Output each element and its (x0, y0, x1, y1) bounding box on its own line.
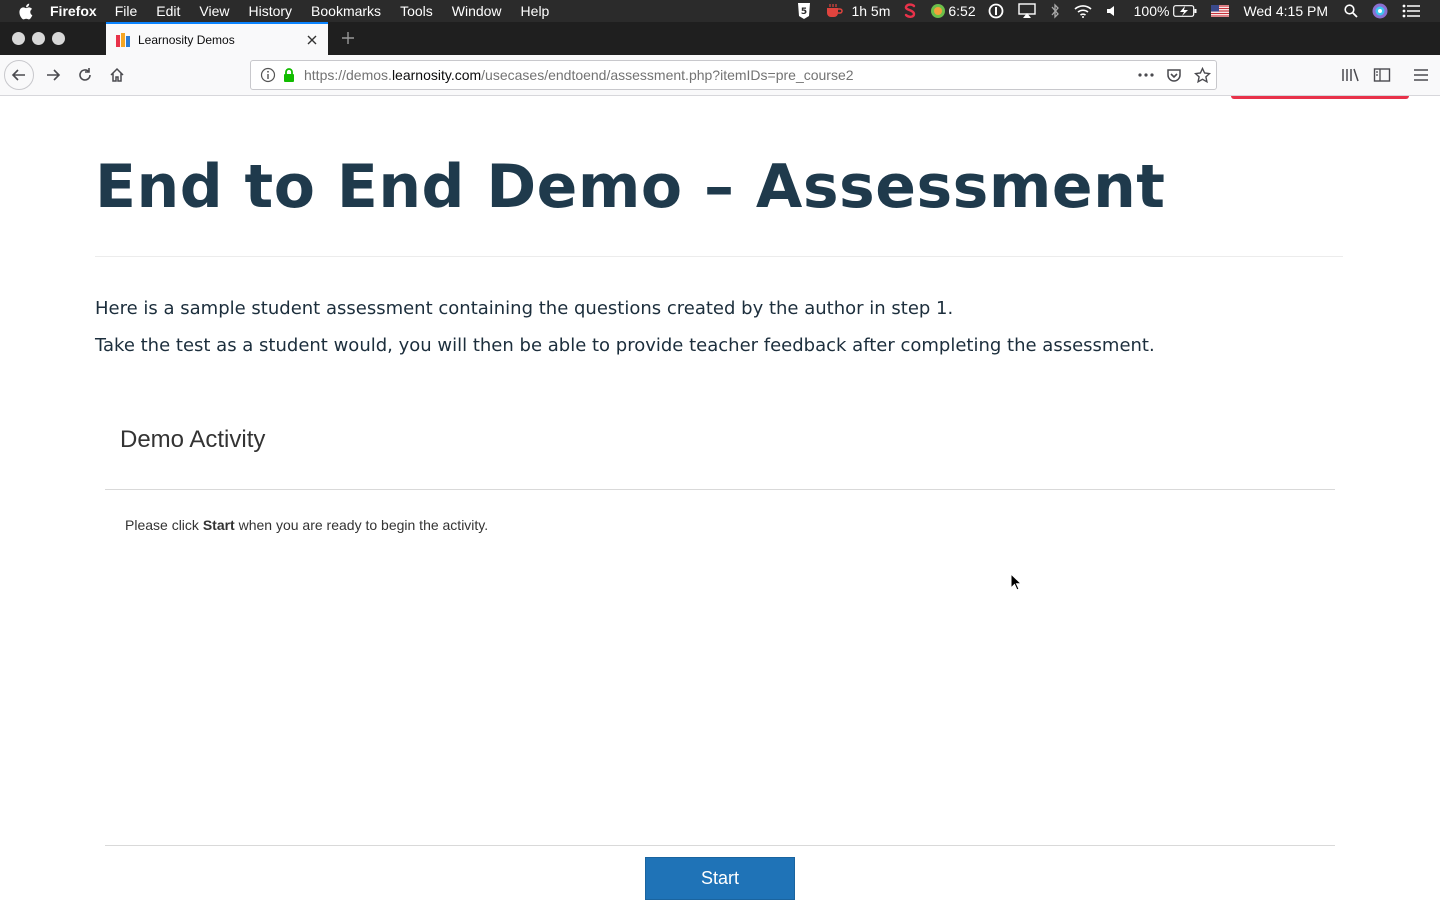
apple-icon[interactable] (18, 3, 36, 20)
window-controls (12, 32, 72, 45)
airplay-icon[interactable] (1017, 3, 1036, 19)
menu-bookmarks[interactable]: Bookmarks (311, 3, 381, 19)
page-title: End to End Demo – Assessment (95, 152, 1166, 222)
datetime-text[interactable]: Wed 4:15 PM (1243, 3, 1328, 19)
menu-file[interactable]: File (115, 3, 138, 19)
url-text[interactable]: https://demos.learnosity.com/usecases/en… (304, 67, 1132, 83)
activity-footer-divider (105, 845, 1335, 846)
notification-center-icon[interactable] (1402, 4, 1420, 18)
header-accent-bar (1231, 96, 1409, 99)
site-info-icon[interactable] (260, 67, 276, 83)
start-button[interactable]: Start (645, 857, 795, 900)
new-tab-button[interactable] (338, 28, 358, 48)
activity-header-divider (105, 489, 1335, 490)
battery-icon[interactable] (1173, 5, 1197, 17)
navigation-toolbar: https://demos.learnosity.com/usecases/en… (0, 55, 1440, 96)
instruction-post: when you are ready to begin the activity… (234, 517, 489, 533)
title-divider (95, 256, 1343, 257)
menu-view[interactable]: View (199, 3, 229, 19)
url-prefix: https://demos. (304, 67, 392, 83)
volume-icon[interactable] (1106, 4, 1120, 18)
bookmark-star-icon[interactable] (1188, 61, 1216, 89)
sidebar-toggle-icon[interactable] (1367, 60, 1397, 90)
siri-icon[interactable] (1372, 3, 1388, 19)
intro-paragraph-1: Here is a sample student assessment cont… (95, 298, 954, 319)
status-area: 5 1h 5m 6:52 100% Wed 4:15 PM (797, 0, 1440, 22)
coffee-timer-icon[interactable] (825, 3, 844, 19)
mouse-cursor-icon (1010, 572, 1023, 596)
clock-badge[interactable]: 6:52 (930, 3, 976, 19)
forward-button[interactable] (38, 60, 68, 90)
activity-instruction: Please click Start when you are ready to… (125, 517, 488, 533)
url-path: /usecases/endtoend/assessment.php?itemID… (481, 67, 854, 83)
html5-shield-icon[interactable]: 5 (797, 3, 811, 19)
menu-window[interactable]: Window (452, 3, 502, 19)
macos-menubar: Firefox File Edit View History Bookmarks… (0, 0, 1440, 22)
menu-help[interactable]: Help (521, 3, 550, 19)
tab-learnosity-demos[interactable]: Learnosity Demos (106, 22, 328, 55)
wifi-icon[interactable] (1074, 4, 1092, 18)
bluetooth-icon[interactable] (1050, 3, 1060, 19)
menu-tools[interactable]: Tools (400, 3, 433, 19)
reload-button[interactable] (70, 60, 100, 90)
tab-strip: Learnosity Demos (0, 22, 1440, 55)
learnosity-favicon-icon (115, 32, 131, 48)
spotlight-search-icon[interactable] (1344, 4, 1358, 18)
menu-app-firefox[interactable]: Firefox (50, 3, 97, 19)
hamburger-menu-icon[interactable] (1406, 60, 1436, 90)
pocket-icon[interactable] (1160, 61, 1188, 89)
us-flag-icon[interactable] (1211, 5, 1230, 17)
timer-text: 1h 5m (851, 3, 891, 19)
clock-badge-text: 6:52 (948, 3, 976, 19)
menu-history[interactable]: History (248, 3, 292, 19)
page-actions-icon[interactable] (1132, 61, 1160, 89)
onepassword-icon[interactable] (988, 3, 1004, 19)
zoom-window-button[interactable] (52, 32, 65, 45)
instruction-bold: Start (202, 517, 235, 533)
home-button[interactable] (102, 60, 132, 90)
back-button[interactable] (4, 60, 34, 90)
url-bar[interactable]: https://demos.learnosity.com/usecases/en… (250, 60, 1217, 90)
menu-edit[interactable]: Edit (156, 3, 180, 19)
activity-title: Demo Activity (120, 426, 266, 453)
instruction-pre: Please click (125, 517, 203, 533)
battery-text: 100% (1133, 3, 1170, 19)
close-window-button[interactable] (12, 32, 25, 45)
close-tab-icon[interactable] (304, 32, 320, 48)
secure-lock-icon[interactable] (283, 68, 295, 82)
svg-text:5: 5 (801, 7, 807, 17)
tab-title: Learnosity Demos (138, 32, 235, 47)
s-app-icon[interactable] (904, 3, 916, 19)
minimize-window-button[interactable] (32, 32, 45, 45)
library-icon[interactable] (1335, 60, 1365, 90)
intro-paragraph-2: Take the test as a student would, you wi… (95, 335, 1155, 356)
url-domain: learnosity.com (391, 67, 482, 83)
